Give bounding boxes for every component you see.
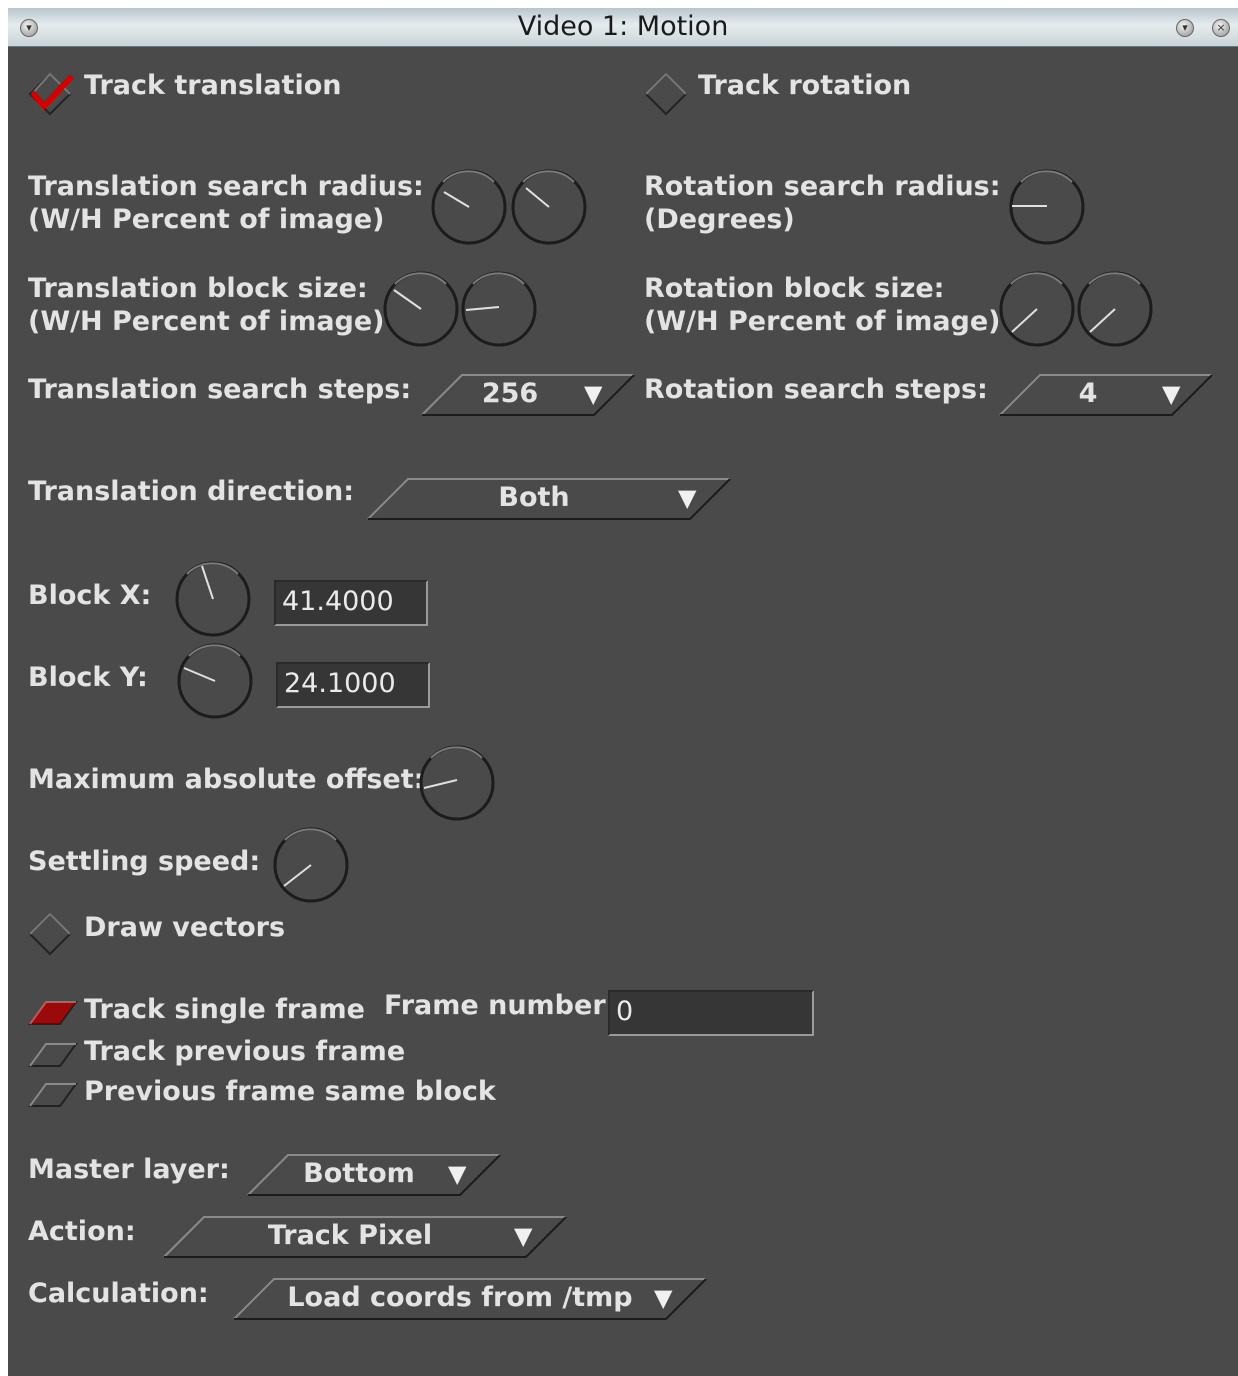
triangle-down-icon: ▼	[448, 1160, 467, 1188]
action-menu[interactable]: Track Pixel ▼	[162, 1216, 568, 1258]
master-layer-label: Master layer:	[28, 1154, 230, 1185]
triangle-down-icon: ▼	[584, 380, 603, 408]
translation-search-radius-w-knob[interactable]	[430, 168, 508, 246]
action-value: Track Pixel	[267, 1220, 433, 1251]
previous-frame-same-block-radio[interactable]	[28, 1082, 78, 1108]
draw-vectors-label: Draw vectors	[84, 912, 286, 943]
rotation-search-radius-knob[interactable]	[1008, 168, 1086, 246]
calculation-value: Load coords from /tmp	[287, 1282, 633, 1313]
translation-search-radius-h-knob[interactable]	[510, 168, 588, 246]
translation-search-steps-value: 256	[481, 378, 539, 409]
block-x-knob[interactable]	[174, 560, 252, 638]
master-layer-value: Bottom	[303, 1158, 415, 1189]
translation-direction-menu[interactable]: Both ▼	[366, 478, 732, 520]
rotation-search-steps-menu[interactable]: 4 ▼	[998, 374, 1214, 416]
action-label: Action:	[28, 1216, 136, 1247]
translation-search-steps-menu[interactable]: 256 ▼	[420, 374, 636, 416]
block-x-input[interactable]: 41.4000	[274, 580, 428, 626]
rotation-block-size-label-line2: (W/H Percent of image)	[644, 306, 1001, 337]
calculation-menu[interactable]: Load coords from /tmp ▼	[232, 1278, 708, 1320]
translation-search-radius-label-line1: Translation search radius:	[28, 171, 424, 202]
frame-number-label: Frame number:	[384, 990, 617, 1021]
track-translation-checkbox[interactable]	[28, 70, 76, 118]
track-single-frame-radio[interactable]	[28, 1000, 78, 1026]
rotation-search-radius-label-line1: Rotation search radius:	[644, 171, 1001, 202]
translation-block-size-w-knob[interactable]	[382, 270, 460, 348]
minimize-icon[interactable]: ▾	[1176, 19, 1194, 37]
track-previous-frame-label: Track previous frame	[84, 1036, 406, 1067]
motion-window: ▾ Video 1: Motion ▾ × Track translation …	[8, 8, 1238, 1376]
track-previous-frame-radio[interactable]	[28, 1042, 78, 1068]
maximum-absolute-offset-label: Maximum absolute offset:	[28, 764, 425, 795]
rotation-search-steps-label: Rotation search steps:	[644, 374, 988, 405]
translation-direction-value: Both	[498, 482, 570, 513]
settling-speed-label: Settling speed:	[28, 846, 261, 877]
rotation-block-size-w-knob[interactable]	[998, 270, 1076, 348]
block-y-input[interactable]: 24.1000	[276, 662, 430, 708]
rotation-block-size-h-knob[interactable]	[1076, 270, 1154, 348]
triangle-down-icon: ▼	[514, 1222, 533, 1250]
rotation-search-radius-label-line2: (Degrees)	[644, 204, 795, 235]
triangle-down-icon: ▼	[654, 1284, 673, 1312]
window-title: Video 1: Motion	[517, 11, 729, 42]
translation-direction-label: Translation direction:	[28, 476, 355, 507]
translation-search-radius-label: Translation search radius: (W/H Percent …	[28, 170, 424, 236]
title-bar[interactable]: ▾ Video 1: Motion ▾ ×	[8, 8, 1238, 47]
translation-block-size-label-line1: Translation block size:	[28, 273, 368, 304]
rotation-search-radius-label: Rotation search radius: (Degrees)	[644, 170, 1001, 236]
maximum-absolute-offset-knob[interactable]	[418, 744, 496, 822]
frame-number-input[interactable]: 0	[608, 990, 814, 1036]
translation-block-size-label-line2: (W/H Percent of image)	[28, 306, 385, 337]
rotation-search-steps-value: 4	[1078, 378, 1098, 409]
translation-block-size-h-knob[interactable]	[460, 270, 538, 348]
draw-vectors-checkbox[interactable]	[28, 910, 76, 958]
rotation-block-size-label-line1: Rotation block size:	[644, 273, 945, 304]
settling-speed-knob[interactable]	[272, 826, 350, 904]
track-rotation-checkbox[interactable]	[644, 70, 692, 118]
track-single-frame-label: Track single frame	[84, 994, 365, 1025]
rotation-block-size-label: Rotation block size: (W/H Percent of ima…	[644, 272, 1001, 338]
translation-search-steps-label: Translation search steps:	[28, 374, 412, 405]
block-y-knob[interactable]	[176, 642, 254, 720]
previous-frame-same-block-label: Previous frame same block	[84, 1076, 496, 1107]
triangle-down-icon: ▼	[1162, 380, 1181, 408]
track-rotation-label: Track rotation	[698, 70, 912, 101]
translation-block-size-label: Translation block size: (W/H Percent of …	[28, 272, 385, 338]
translation-search-radius-label-line2: (W/H Percent of image)	[28, 204, 385, 235]
close-icon[interactable]: ×	[1212, 19, 1230, 37]
master-layer-menu[interactable]: Bottom ▼	[246, 1154, 502, 1196]
track-translation-label: Track translation	[84, 70, 342, 101]
triangle-down-icon: ▼	[678, 484, 697, 512]
calculation-label: Calculation:	[28, 1278, 209, 1309]
block-x-label: Block X:	[28, 580, 152, 611]
block-y-label: Block Y:	[28, 662, 148, 693]
